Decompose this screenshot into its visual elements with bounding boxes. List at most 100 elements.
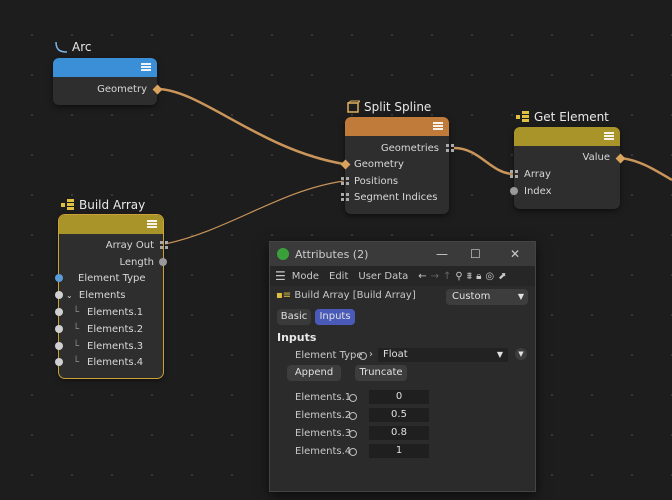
build-elements-port[interactable]	[55, 291, 63, 299]
chevron-down-icon[interactable]: ▼	[518, 289, 524, 305]
build-elements-1-port[interactable]	[55, 308, 63, 316]
node-menu-icon[interactable]	[604, 131, 614, 141]
split-spline-node-header[interactable]	[345, 117, 449, 136]
arrow-right-icon[interactable]: →	[431, 271, 439, 282]
wire-get-out	[619, 156, 672, 182]
elements-3-field[interactable]: 0.8	[369, 426, 429, 440]
keyframe-ring-icon[interactable]	[349, 448, 357, 456]
truncate-button[interactable]: Truncate	[355, 365, 407, 381]
elements-4-field[interactable]: 1	[369, 444, 429, 458]
element-type-value: Float	[383, 349, 408, 360]
build-array-title-text: Build Array	[79, 198, 146, 212]
chevron-down-icon[interactable]: ⌄	[66, 291, 73, 300]
split-spline-node-title: Split Spline	[346, 100, 431, 114]
build-elements-4-port[interactable]	[55, 358, 63, 366]
app-logo-icon	[277, 248, 289, 260]
tree-branch-icon: └	[73, 357, 80, 368]
build-elements-2-port[interactable]	[55, 325, 63, 333]
elements-3-label: Elements.3	[295, 428, 352, 439]
close-icon[interactable]: ✕	[510, 247, 520, 261]
get-element-node[interactable]: Value Array Index	[510, 127, 626, 209]
split-positions-port[interactable]	[341, 177, 349, 185]
keyframe-ring-icon[interactable]	[349, 430, 357, 438]
cube-icon	[347, 100, 360, 113]
chevron-right-icon[interactable]: ›	[369, 349, 373, 360]
split-spline-node[interactable]: Geometries Geometry Positions Segment In…	[340, 117, 454, 214]
get-element-title-text: Get Element	[534, 110, 609, 124]
menu-mode[interactable]: Mode	[292, 271, 319, 282]
attributes-titlebar[interactable]: Attributes (2) — ☐ ✕	[270, 242, 535, 266]
split-spline-title-text: Split Spline	[364, 100, 432, 114]
build-output-length: Length	[119, 257, 155, 268]
preset-dropdown[interactable]: Custom ▼	[446, 289, 528, 305]
keyframe-ring-icon[interactable]	[359, 352, 367, 360]
search-icon[interactable]: ⚲	[455, 271, 462, 282]
node-menu-icon[interactable]	[147, 219, 157, 229]
maximize-icon[interactable]: ☐	[470, 247, 481, 261]
menu-edit[interactable]: Edit	[329, 271, 348, 282]
attributes-window-title: Attributes (2)	[295, 247, 369, 261]
wire-split-to-get	[453, 146, 514, 176]
chevron-down-icon[interactable]: ▼	[497, 348, 503, 362]
elements-1-label: Elements.1	[295, 392, 352, 403]
get-element-node-title: Get Element	[516, 110, 609, 124]
minimize-icon[interactable]: —	[436, 247, 448, 261]
lock-icon[interactable]: 🔒︎	[476, 271, 481, 282]
get-element-node-header[interactable]	[514, 127, 620, 146]
elements-1-field[interactable]: 0	[369, 390, 429, 404]
arc-node-header[interactable]	[53, 58, 157, 77]
attributes-toolbar: ☰ Mode Edit User Data ← → ↑ ⚲ ⩩ 🔒︎ ◎ ⬈	[270, 266, 535, 286]
tree-branch-icon: └	[73, 341, 80, 352]
build-element-type-port[interactable]	[55, 274, 63, 282]
target-icon[interactable]: ◎	[485, 271, 494, 282]
keyframe-ring-icon[interactable]	[349, 412, 357, 420]
keyframe-ring-icon[interactable]	[349, 394, 357, 402]
build-input-elements-3: Elements.3	[87, 341, 144, 352]
split-segment-indices-port[interactable]	[341, 193, 349, 201]
build-elements-3-port[interactable]	[55, 342, 63, 350]
tree-branch-icon: └	[73, 324, 80, 335]
arc-output-geometry: Geometry	[97, 84, 147, 95]
menu-user-data[interactable]: User Data	[358, 271, 408, 282]
arc-node[interactable]: Geometry	[53, 58, 163, 105]
get-input-index: Index	[524, 186, 552, 197]
build-array-node[interactable]: Array Out Length Element Type ⌄ Elements…	[55, 214, 168, 379]
get-input-array: Array	[524, 169, 551, 180]
tab-inputs[interactable]: Inputs	[315, 309, 355, 325]
build-elements-row[interactable]: ⌄ Elements	[66, 290, 126, 301]
element-type-label: Element Type	[295, 350, 363, 361]
split-input-positions: Positions	[354, 176, 399, 187]
get-output-value: Value	[582, 152, 610, 163]
build-input-elements: Elements	[78, 290, 126, 301]
arc-title-text: Arc	[72, 40, 92, 54]
arrow-left-icon[interactable]: ←	[418, 271, 426, 282]
append-button[interactable]: Append	[287, 365, 341, 381]
dropdown-circle-icon[interactable]: ▼	[515, 348, 527, 360]
build-input-elements-1: Elements.1	[87, 307, 144, 318]
build-input-elements-2: Elements.2	[87, 324, 144, 335]
get-array-port[interactable]	[510, 170, 518, 178]
split-output-geometries: Geometries	[380, 143, 439, 154]
filter-icon[interactable]: ⩩	[467, 271, 472, 282]
split-input-geometry: Geometry	[354, 159, 404, 170]
get-index-port[interactable]	[510, 187, 518, 195]
section-heading: Inputs	[277, 331, 317, 344]
node-menu-icon[interactable]	[433, 121, 443, 131]
build-array-out-port[interactable]	[160, 241, 168, 249]
arrow-up-icon[interactable]: ↑	[443, 271, 451, 282]
attributes-window[interactable]: Attributes (2) — ☐ ✕ ☰ Mode Edit User Da…	[269, 241, 536, 492]
hamburger-icon[interactable]: ☰	[275, 269, 286, 283]
elements-2-field[interactable]: 0.5	[369, 408, 429, 422]
build-output-array-out: Array Out	[105, 240, 154, 251]
build-length-port[interactable]	[159, 258, 167, 266]
node-menu-icon[interactable]	[141, 62, 151, 72]
tree-branch-icon: └	[73, 307, 80, 318]
elements-2-label: Elements.2	[295, 410, 352, 421]
element-type-select[interactable]: Float ▼	[378, 348, 508, 362]
build-array-node-header[interactable]	[59, 215, 163, 234]
elements-4-label: Elements.4	[295, 446, 352, 457]
tab-basic[interactable]: Basic	[277, 309, 311, 325]
build-input-element-type: Element Type	[78, 273, 146, 284]
split-geometries-port[interactable]	[446, 144, 454, 152]
new-window-icon[interactable]: ⬈	[498, 271, 506, 282]
